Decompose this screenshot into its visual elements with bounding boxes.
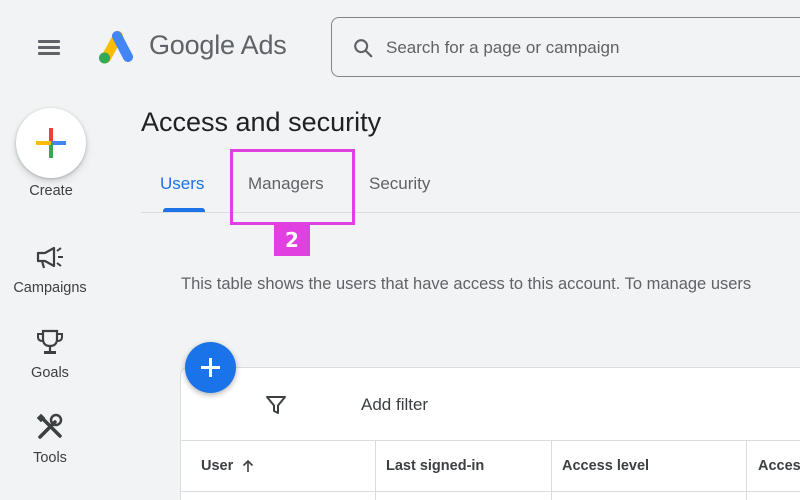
tab-security[interactable]: Security xyxy=(369,174,430,194)
menu-icon-bar xyxy=(38,46,60,49)
add-user-button[interactable] xyxy=(185,342,236,393)
search-icon xyxy=(354,39,373,58)
column-divider xyxy=(375,440,376,500)
search-input[interactable] xyxy=(386,32,786,64)
page-title: Access and security xyxy=(141,107,382,137)
callout-highlight-box xyxy=(230,149,355,225)
page-description: This table shows the users that have acc… xyxy=(181,275,752,293)
rail-item-goals[interactable]: Goals xyxy=(0,365,100,381)
menu-icon-bar xyxy=(38,52,60,55)
table-header-row xyxy=(181,440,800,492)
column-header-user[interactable]: User xyxy=(201,458,233,474)
plus-icon xyxy=(201,358,220,377)
google-ads-logo-icon xyxy=(99,31,133,64)
plus-icon xyxy=(36,128,66,158)
main-menu-button[interactable] xyxy=(36,36,64,60)
column-divider xyxy=(746,440,747,500)
search-box[interactable] xyxy=(331,17,800,77)
column-divider xyxy=(551,440,552,500)
megaphone-icon[interactable] xyxy=(35,242,65,272)
sort-ascending-icon[interactable] xyxy=(240,458,256,474)
trophy-icon[interactable] xyxy=(35,327,65,357)
filter-icon[interactable] xyxy=(264,393,288,417)
rail-item-tools[interactable]: Tools xyxy=(0,450,100,466)
tools-icon[interactable] xyxy=(35,412,65,442)
menu-icon-bar xyxy=(38,40,60,43)
rail-item-campaigns[interactable]: Campaigns xyxy=(0,280,100,296)
column-header-access[interactable]: Access xyxy=(758,458,800,474)
app-name: Google Ads xyxy=(149,30,287,60)
callout-step-badge: 2 xyxy=(274,225,310,256)
add-filter-button[interactable]: Add filter xyxy=(361,395,428,415)
create-label: Create xyxy=(29,183,73,199)
column-header-last-signed-in[interactable]: Last signed-in xyxy=(386,458,484,474)
column-header-access-level[interactable]: Access level xyxy=(562,458,649,474)
create-button[interactable] xyxy=(16,108,86,178)
tab-users[interactable]: Users xyxy=(160,174,204,194)
